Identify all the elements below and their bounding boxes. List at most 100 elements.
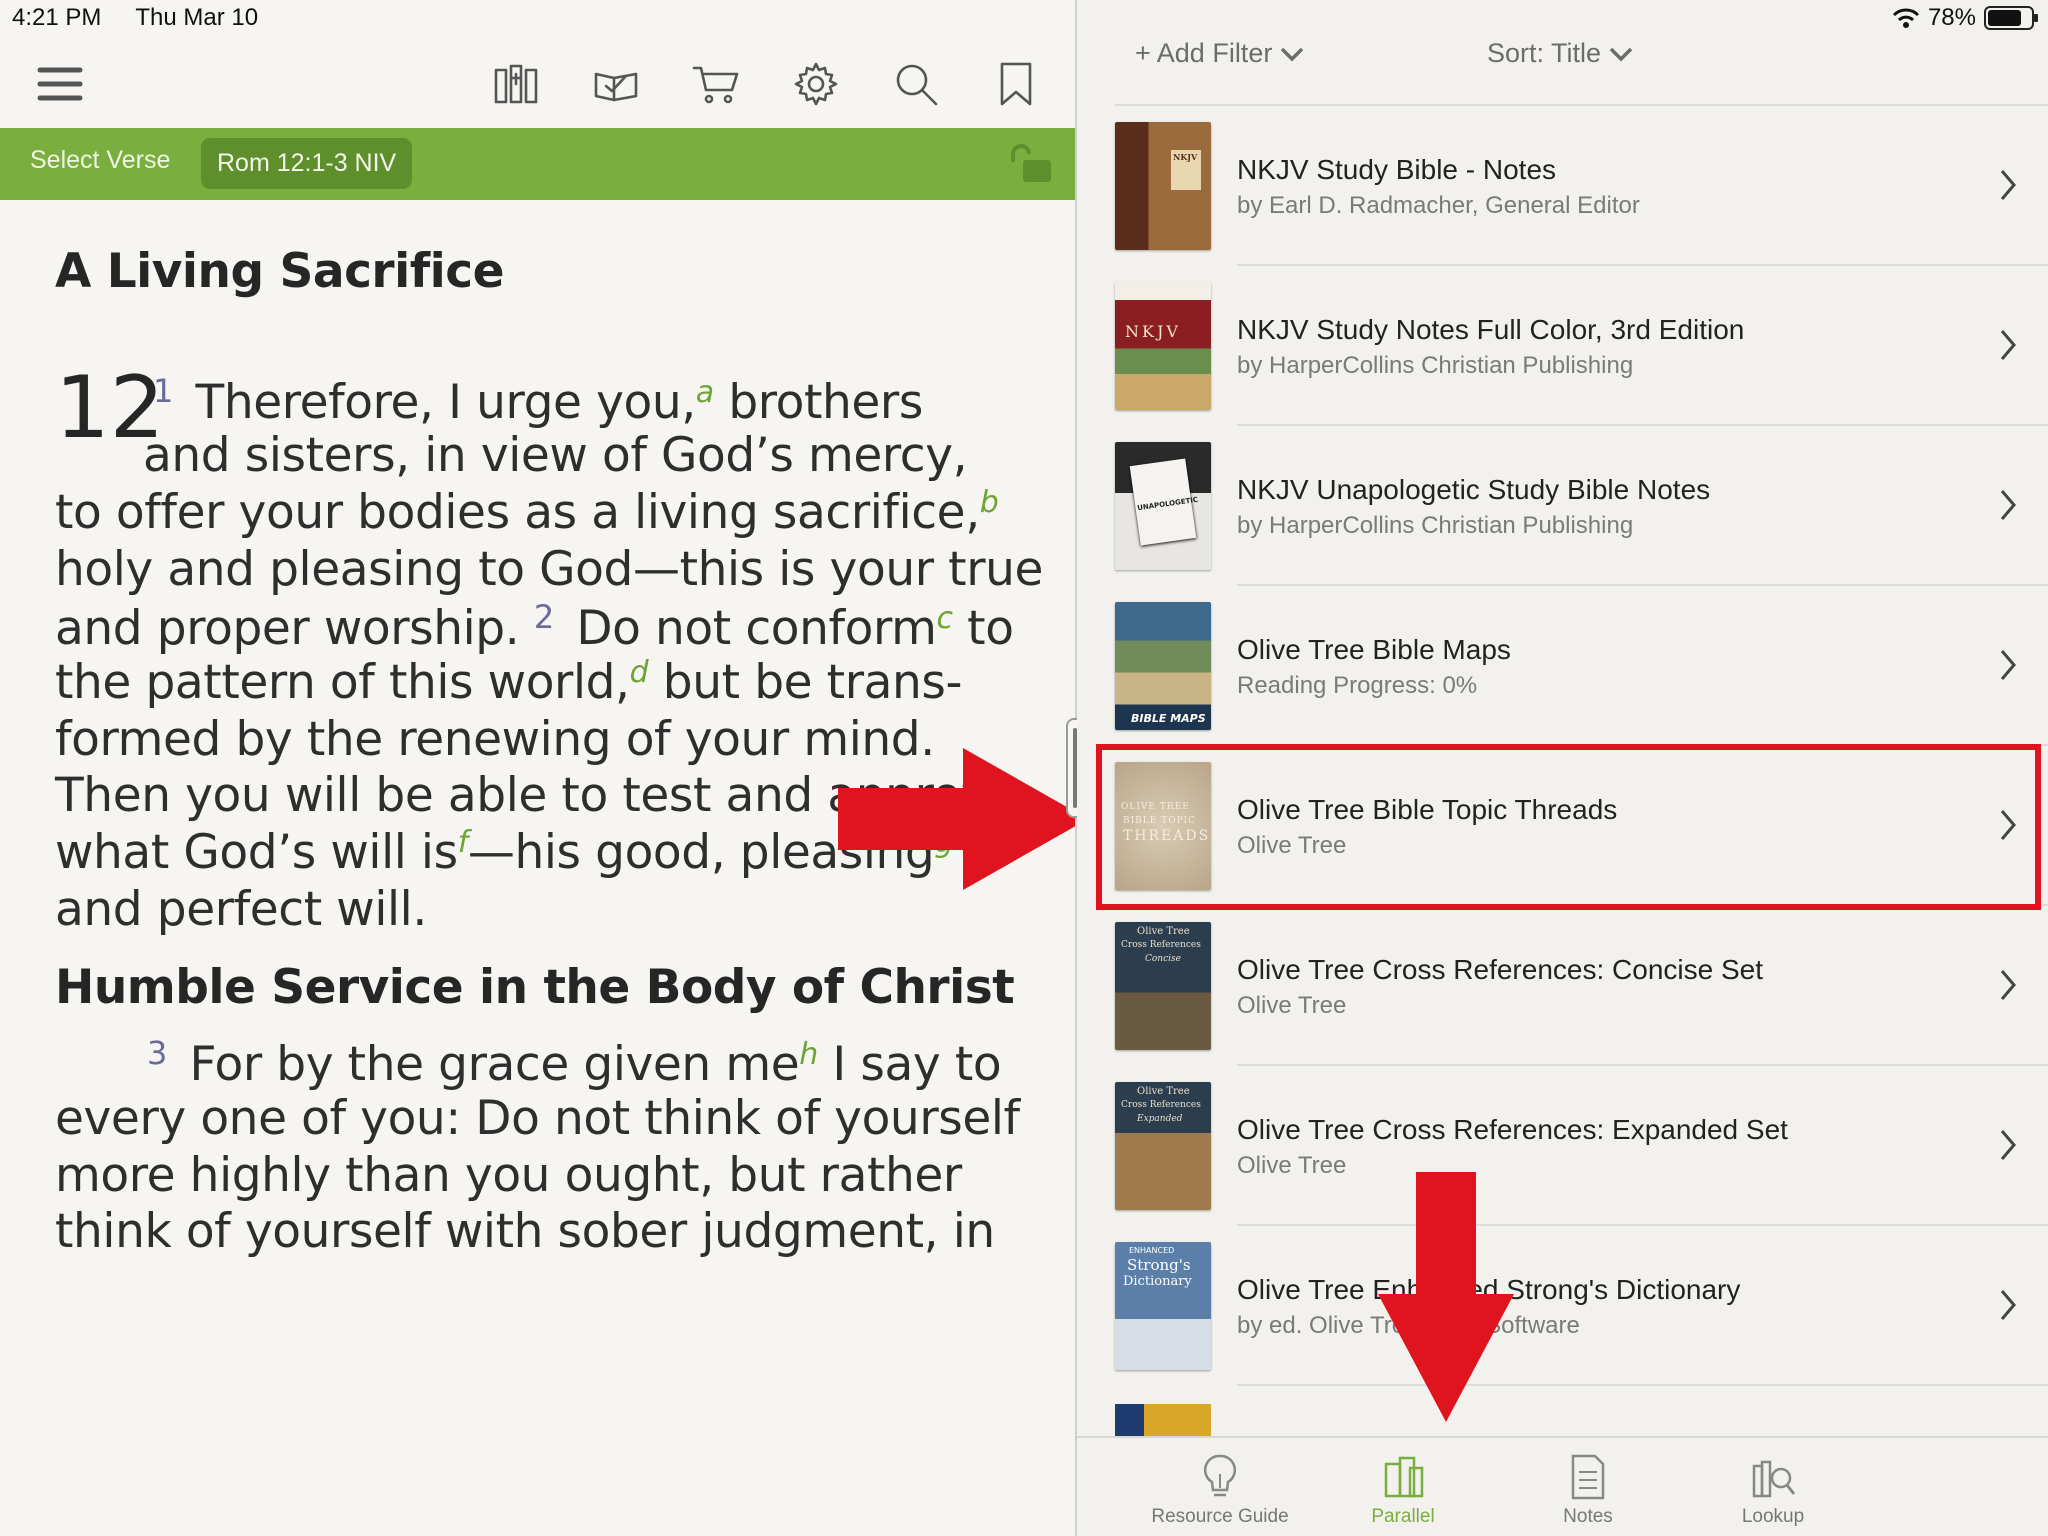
tab-lookup[interactable]: Lookup	[1673, 1452, 1873, 1528]
annotation-arrow-right	[838, 748, 1075, 890]
wifi-icon	[1892, 8, 1920, 28]
resource-title: Olive Tree Cross References: Concise Set	[1237, 954, 1763, 985]
sort-label: Sort: Title	[1487, 38, 1602, 68]
verse-text: formed by the renewing of your mind.	[55, 712, 935, 767]
footnote-marker[interactable]: c	[937, 601, 954, 636]
resource-subtitle: Olive Tree	[1237, 992, 1347, 1019]
resource-row[interactable]: NKJV NKJV Study Notes Full Color, 3rd Edi…	[1077, 266, 2048, 426]
footnote-marker[interactable]: d	[630, 655, 649, 690]
verse-line: holy and pleasing to God—this is your tr…	[55, 542, 1043, 597]
status-time: 4:21 PM	[12, 4, 102, 31]
cover-text: Concise	[1145, 954, 1181, 964]
search-icon[interactable]	[888, 56, 944, 112]
verse-selection-bar: Select Verse Rom 12:1-3 NIV	[0, 128, 1075, 200]
section-heading: A Living Sacrifice	[55, 244, 505, 299]
next-resource-cover	[1115, 1404, 1211, 1436]
tab-label: Lookup	[1741, 1506, 1805, 1527]
verse-number[interactable]: 2	[534, 598, 554, 636]
unlock-icon[interactable]	[1007, 142, 1055, 186]
lightbulb-icon	[1120, 1452, 1320, 1502]
verse-line: to offer your bodies as a living sacrifi…	[55, 485, 999, 540]
notes-icon	[1488, 1452, 1688, 1502]
resource-subtitle: Olive Tree	[1237, 1152, 1347, 1179]
verse-text: brothers	[713, 375, 923, 430]
verse-number[interactable]: 1	[153, 372, 173, 410]
verse-text: the pattern of this world,	[55, 655, 630, 710]
verse-line: 1 Therefore, I urge you,a brothers	[153, 372, 923, 430]
resource-row[interactable]: BIBLE MAPS Olive Tree Bible Maps Reading P…	[1077, 586, 2048, 746]
verse-text: and sisters, in view of God’s mercy,	[143, 428, 968, 483]
resource-title: NKJV Study Notes Full Color, 3rd Edition	[1237, 314, 1745, 345]
library-icon[interactable]	[488, 56, 544, 112]
tab-notes[interactable]: Notes	[1488, 1452, 1688, 1528]
resource-title: Olive Tree Bible Maps	[1237, 634, 1511, 665]
chevron-right-icon	[2000, 330, 2016, 360]
chevron-right-icon	[2000, 1290, 2016, 1320]
verse-line: more highly than you ought, but rather	[55, 1148, 962, 1203]
bottom-tab-bar: Resource Guide Parallel Notes Lookup	[1077, 1436, 2048, 1536]
main-toolbar	[0, 40, 1075, 128]
cover-text: Cross References	[1121, 1100, 1201, 1110]
verse-text: to offer your bodies as a living sacrifi…	[55, 485, 980, 540]
menu-icon[interactable]	[32, 56, 88, 112]
verse-text: Do not conform	[561, 601, 937, 656]
tab-parallel[interactable]: Parallel	[1303, 1452, 1503, 1528]
verse-reference-chip[interactable]: Rom 12:1-3 NIV	[201, 138, 413, 189]
book-cover: Olive Tree Cross References Concise	[1115, 922, 1211, 1050]
divider	[1237, 1384, 2048, 1386]
resource-title: NKJV Unapologetic Study Bible Notes	[1237, 474, 1711, 505]
verse-line: think of yourself with sober judgment, i…	[55, 1204, 995, 1259]
annotation-arrow-down	[1378, 1172, 1514, 1422]
chevron-right-icon	[2000, 490, 2016, 520]
resource-row[interactable]: UNAPOLOGETIC NKJV Unapologetic Study Bibl…	[1077, 426, 2048, 586]
cover-text: BIBLE MAPS	[1131, 712, 1206, 725]
battery-percent: 78%	[1927, 4, 1976, 31]
footnote-marker[interactable]: h	[799, 1037, 818, 1072]
verse-number[interactable]: 3	[147, 1034, 167, 1072]
resource-row[interactable]: Olive Tree Cross References Concise Olive T…	[1077, 906, 2048, 1066]
cover-text: ENHANCED	[1129, 1246, 1175, 1255]
add-filter-button[interactable]: + Add Filter	[1135, 38, 1304, 69]
book-cover: NKJV	[1115, 282, 1211, 410]
cover-text: Cross References	[1121, 940, 1201, 950]
chevron-right-icon	[2000, 650, 2016, 680]
section-heading: Humble Service in the Body of Christ	[55, 960, 1015, 1015]
resource-row[interactable]: Olive Tree Cross References Expanded Olive …	[1077, 1066, 2048, 1226]
verse-line: and proper worship. 2 Do not conformc to	[55, 598, 1014, 656]
verse-line: formed by the renewing of your mind.	[55, 712, 935, 767]
footnote-marker[interactable]: a	[696, 375, 714, 410]
cover-text: Expanded	[1137, 1114, 1183, 1124]
footnote-marker[interactable]: b	[980, 485, 999, 520]
tab-label: Parallel	[1371, 1506, 1435, 1527]
lookup-icon	[1673, 1452, 1873, 1502]
resource-subtitle: by Earl D. Radmacher, General Editor	[1237, 192, 1640, 219]
verse-text: and proper worship.	[55, 601, 534, 656]
cover-text: Dictionary	[1123, 1274, 1192, 1289]
verse-line: 3 For by the grace given meh I say to	[147, 1034, 1002, 1092]
chevron-right-icon	[2000, 170, 2016, 200]
add-filter-label: + Add Filter	[1135, 38, 1273, 68]
settings-gear-icon[interactable]	[788, 56, 844, 112]
store-cart-icon[interactable]	[688, 56, 744, 112]
resource-title: Olive Tree Cross References: Expanded Se…	[1237, 1114, 1788, 1145]
tab-label: Resource Guide	[1151, 1506, 1289, 1527]
parallel-books-icon	[1303, 1452, 1503, 1502]
resource-title: NKJV Study Bible - Notes	[1237, 154, 1557, 185]
sort-button[interactable]: Sort: Title	[1487, 38, 1633, 69]
reading-plan-icon[interactable]	[588, 56, 644, 112]
verse-text: think of yourself with sober judgment, i…	[55, 1204, 995, 1259]
verse-text: what God’s will is	[55, 825, 458, 880]
chevron-down-icon	[1281, 47, 1304, 61]
tab-resource-guide[interactable]: Resource Guide	[1120, 1452, 1320, 1528]
verse-text: but be trans-	[648, 655, 963, 710]
resource-subtitle: by HarperCollins Christian Publishing	[1237, 512, 1634, 539]
resource-row[interactable]: ENHANCED Strong's Dictionary Olive Tree Enh…	[1077, 1226, 2048, 1386]
footnote-marker[interactable]: f	[458, 825, 469, 860]
verse-text: I say to	[817, 1037, 1002, 1092]
filter-bar: + Add Filter Sort: Title	[1077, 30, 2048, 106]
bookmark-icon[interactable]	[988, 56, 1044, 112]
book-cover: NKJV	[1115, 122, 1211, 250]
select-verse-button[interactable]: Select Verse	[30, 146, 170, 175]
resource-row[interactable]: NKJV NKJV Study Bible - Notes by Earl D. R…	[1077, 106, 2048, 266]
chevron-down-icon	[1609, 47, 1633, 61]
